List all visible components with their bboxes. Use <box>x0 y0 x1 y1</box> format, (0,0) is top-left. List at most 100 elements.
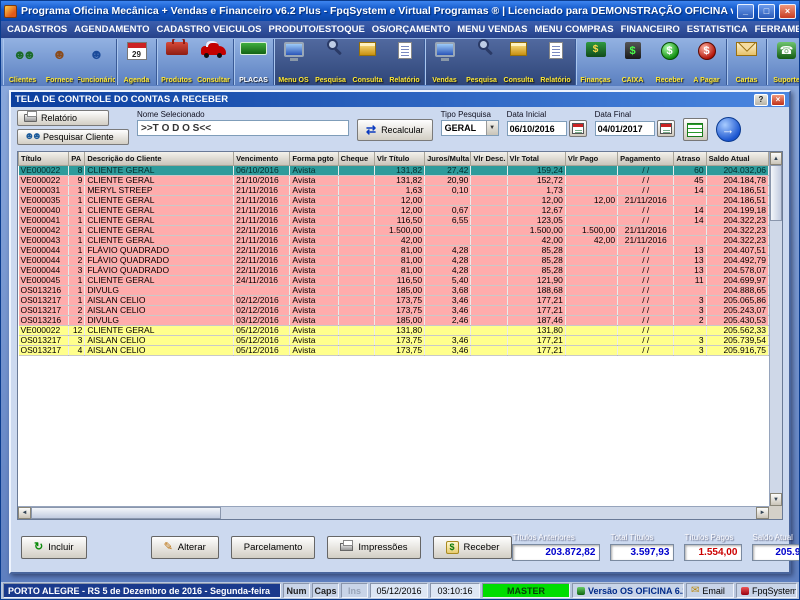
column-header-juros-multa[interactable]: Juros/Multa <box>424 152 472 166</box>
table-row[interactable]: VE000035 1 CLIENTE GERAL 21/11/2016 Avista 12… <box>18 195 769 206</box>
toolbar-relatorio[interactable]: Relatório <box>537 39 574 85</box>
menu-item-menu-vendas[interactable]: MENU VENDAS <box>457 24 527 35</box>
toolbar-cartas[interactable]: Cartas <box>728 39 765 85</box>
toolbar-receber[interactable]: Receber <box>651 39 688 85</box>
horizontal-scrollbar[interactable]: ◄ ► <box>18 506 769 519</box>
column-header-pagamento[interactable]: Pagamento <box>617 152 675 166</box>
toolbar-fornece[interactable]: Fornece <box>41 39 78 85</box>
column-header-titulo[interactable]: Título <box>18 152 70 166</box>
table-row[interactable]: VE000044 3 FLÁVIO QUADRADO 22/11/2016 Avista… <box>18 265 769 276</box>
menu-item-cadastro-veiculos[interactable]: CADASTRO VEICULOS <box>156 24 261 35</box>
receber-button[interactable]: Receber <box>432 535 513 559</box>
toolbar-produtos[interactable]: Produtos <box>158 39 195 85</box>
scroll-up-icon[interactable]: ▲ <box>770 152 782 165</box>
column-header-atraso[interactable]: Atraso <box>673 152 707 166</box>
toolbar-menu-os[interactable]: Menu OS <box>275 39 312 85</box>
minimize-button[interactable]: _ <box>737 3 754 19</box>
toolbar-financas[interactable]: Finanças <box>577 39 614 85</box>
data-final-input[interactable] <box>594 121 655 136</box>
column-header-vlr-total[interactable]: Vlr Total <box>506 152 566 166</box>
table-row[interactable]: OS013216 2 DIVULG 03/12/2016 Avista 185,00 2,4… <box>18 315 769 326</box>
column-header-pa[interactable]: PA <box>68 152 86 166</box>
column-header-descricao-do-cliente[interactable]: Descrição do Cliente <box>84 152 235 166</box>
menu-item-financeiro[interactable]: FINANCEIRO <box>621 24 680 35</box>
column-header-saldo-atual[interactable]: Saldo Atual <box>705 152 769 166</box>
vertical-scrollbar[interactable]: ▲ ▼ <box>769 152 782 506</box>
table-cell: 24/11/2016 <box>233 275 291 286</box>
toolbar-consultar[interactable]: Consultar <box>195 39 232 85</box>
table-row[interactable]: OS013216 1 DIVULG Avista 185,00 3,68 188,68 / /… <box>18 285 769 296</box>
nome-selecionado-input[interactable] <box>137 120 349 136</box>
scroll-right-icon[interactable]: ► <box>756 507 769 519</box>
panel-close-button[interactable]: × <box>771 93 785 106</box>
menu-item-estatistica[interactable]: ESTATISTICA <box>687 24 748 35</box>
vertical-scroll-track[interactable] <box>770 221 782 493</box>
column-header-vlr-desc[interactable]: Vlr Desc. <box>470 152 508 166</box>
toolbar-consulta[interactable]: Consulta <box>349 39 386 85</box>
toolbar-a-pagar[interactable]: A Pagar <box>688 39 725 85</box>
menu-item-produto-estoque[interactable]: PRODUTO/ESTOQUE <box>269 24 365 35</box>
parcelamento-button[interactable]: Parcelamento <box>230 535 316 559</box>
column-header-vlr-titulo[interactable]: Vlr Título <box>373 152 426 166</box>
relatorio-button[interactable]: Relatório <box>17 110 109 126</box>
tipo-pesquisa-select[interactable]: GERAL ▼ <box>440 120 499 136</box>
horizontal-scroll-track[interactable] <box>221 507 756 519</box>
data-inicial-input[interactable] <box>506 121 567 136</box>
impressoes-button[interactable]: Impressões <box>327 535 421 559</box>
alterar-button[interactable]: Alterar <box>150 535 219 559</box>
go-button[interactable]: → <box>715 117 741 142</box>
menu-item-os-orcamento[interactable]: OS/ORÇAMENTO <box>372 24 450 35</box>
table-row[interactable]: VE000022 9 CLIENTE GERAL 21/10/2016 Avista 13… <box>18 175 769 186</box>
table-row[interactable]: VE000040 1 CLIENTE GERAL 21/11/2016 Avista 12… <box>18 205 769 216</box>
table-row[interactable]: OS013217 2 AISLAN CELIO 02/12/2016 Avista 173… <box>18 305 769 316</box>
menu-item-agendamento[interactable]: AGENDAMENTO <box>74 24 149 35</box>
export-spreadsheet-button[interactable] <box>682 118 708 141</box>
maximize-button[interactable]: □ <box>758 3 775 19</box>
menu-item-ferramentas[interactable]: FERRAMENTAS <box>755 24 799 35</box>
data-final-calendar-button[interactable] <box>656 120 675 137</box>
toolbar-vendas[interactable]: Vendas <box>426 39 463 85</box>
data-inicial-calendar-button[interactable] <box>568 120 587 137</box>
table-row[interactable]: VE000022 12 CLIENTE GERAL 05/12/2016 Avista 1… <box>18 325 769 336</box>
toolbar-caixa[interactable]: CAIXA <box>614 39 651 85</box>
recalcular-button[interactable]: ⇄ Recalcular <box>357 119 433 141</box>
column-header-vlr-pago[interactable]: Vlr Pago <box>564 152 619 166</box>
table-row[interactable]: VE000044 1 FLÁVIO QUADRADO 22/11/2016 Avista… <box>18 245 769 256</box>
toolbar-placas[interactable]: PLACAS <box>235 39 272 85</box>
table-row[interactable]: VE000041 1 CLIENTE GERAL 21/11/2016 Avista 11… <box>18 215 769 226</box>
toolbar-funcionario[interactable]: Funcionário <box>78 39 115 85</box>
column-header-forma-pgto[interactable]: Forma pgto <box>289 152 339 166</box>
table-cell <box>565 245 619 256</box>
toolbar-agenda[interactable]: Agenda <box>118 39 155 85</box>
table-row[interactable]: VE000022 8 CLIENTE GERAL 06/10/2016 Avista 13… <box>18 165 769 176</box>
scroll-down-icon[interactable]: ▼ <box>770 493 782 506</box>
status-email[interactable]: ✉ Email <box>686 583 734 598</box>
table-row[interactable]: OS013217 1 AISLAN CELIO 02/12/2016 Avista 173… <box>18 295 769 306</box>
table-cell: 2 <box>68 305 86 316</box>
table-row[interactable]: VE000042 1 CLIENTE GERAL 22/11/2016 Avista 1.… <box>18 225 769 236</box>
table-row[interactable]: VE000044 2 FLÁVIO QUADRADO 22/11/2016 Avista… <box>18 255 769 266</box>
menu-item-menu-compras[interactable]: MENU COMPRAS <box>534 24 613 35</box>
toolbar-consulta[interactable]: Consulta <box>500 39 537 85</box>
vertical-scroll-thumb[interactable] <box>770 165 782 221</box>
toolbar-suporte[interactable]: Suporte <box>768 39 799 85</box>
menu-item-cadastros[interactable]: CADASTROS <box>7 24 67 35</box>
table-row[interactable]: VE000043 1 CLIENTE GERAL 21/11/2016 Avista 42… <box>18 235 769 246</box>
close-button[interactable]: × <box>779 3 796 19</box>
table-cell: / / <box>617 205 675 216</box>
scroll-left-icon[interactable]: ◄ <box>18 507 31 519</box>
toolbar-pesquisa[interactable]: Pesquisa <box>312 39 349 85</box>
table-row[interactable]: VE000031 1 MERYL STREEP 21/11/2016 Avista 1,6… <box>18 185 769 196</box>
column-header-cheque[interactable]: Cheque <box>337 152 375 166</box>
horizontal-scroll-thumb[interactable] <box>31 507 221 519</box>
toolbar-clientes[interactable]: Clientes <box>4 39 41 85</box>
pesquisar-cliente-button[interactable]: Pesquisar Cliente <box>17 129 129 145</box>
incluir-button[interactable]: Incluir <box>21 535 87 559</box>
toolbar-pesquisa[interactable]: Pesquisa <box>463 39 500 85</box>
table-row[interactable]: OS013217 3 AISLAN CELIO 05/12/2016 Avista 173… <box>18 335 769 346</box>
toolbar-relatorio[interactable]: Relatório <box>386 39 423 85</box>
table-row[interactable]: VE000045 1 CLIENTE GERAL 24/11/2016 Avista 11… <box>18 275 769 286</box>
table-row[interactable]: OS013217 4 AISLAN CELIO 05/12/2016 Avista 173… <box>18 345 769 356</box>
column-header-vencimento[interactable]: Vencimento <box>233 152 291 166</box>
panel-help-button[interactable]: ? <box>754 93 768 106</box>
